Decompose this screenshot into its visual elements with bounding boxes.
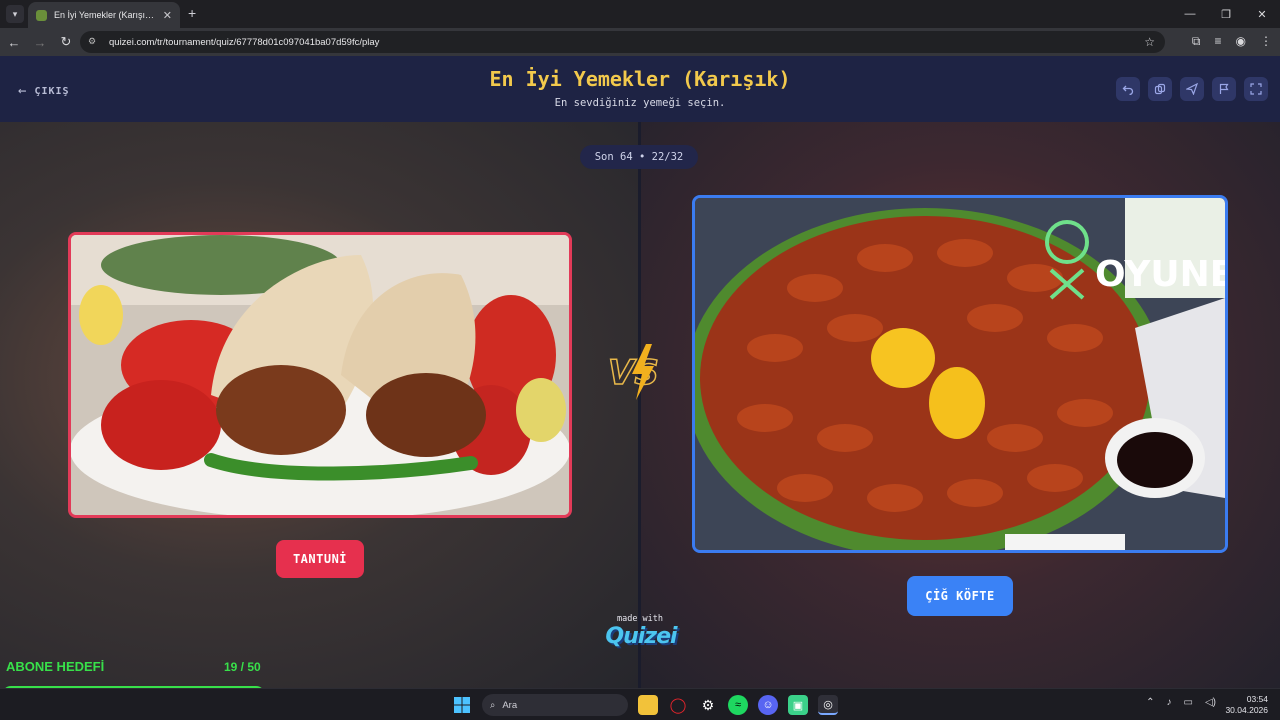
forward-button[interactable]: → bbox=[28, 35, 52, 50]
reload-button[interactable]: ↻ bbox=[54, 34, 78, 50]
undo-button[interactable] bbox=[1116, 77, 1140, 101]
flag-icon bbox=[1219, 83, 1229, 94]
subscriber-goal-count: 19 / 50 bbox=[224, 660, 261, 674]
browser-toolbar: ← → ↻ ⚙ quizei.com/tr/tournament/quiz/67… bbox=[0, 28, 1280, 56]
quiz-header: ← ÇIKIŞ En İyi Yemekler (Karışık) En sev… bbox=[0, 56, 1280, 122]
volume-icon[interactable]: ◁) bbox=[1205, 697, 1216, 708]
send-icon bbox=[1186, 83, 1198, 95]
right-option-card[interactable]: OYUNEKS bbox=[692, 195, 1228, 553]
quiz-title: En İyi Yemekler (Karışık) bbox=[489, 67, 791, 91]
clock-date: 30.04.2026 bbox=[1225, 705, 1268, 715]
close-window-button[interactable]: ✕ bbox=[1244, 0, 1280, 28]
quiz-subtitle: En sevdiğiniz yemeği seçin. bbox=[554, 97, 726, 109]
round-badge: Son 64 • 22/32 bbox=[580, 145, 698, 169]
match-arena: Son 64 • 22/32 TANTUNİ VS bbox=[0, 122, 1280, 688]
left-option-card[interactable] bbox=[68, 232, 572, 518]
window-controls: — ❐ ✕ bbox=[1172, 0, 1280, 28]
undo-icon bbox=[1122, 85, 1134, 95]
browser-tabbar: ▾ En İyi Yemekler (Karışık) - Tier L... … bbox=[0, 0, 1280, 28]
taskbar-search-label: Ara bbox=[502, 699, 518, 711]
tray-chevron-icon[interactable]: ⌃ bbox=[1146, 697, 1154, 708]
tab-title: En İyi Yemekler (Karışık) - Tier L... bbox=[54, 10, 157, 20]
taskbar-apps: ⌕ Ara ◯ ⚙ ≈ ☺ ▣ ◎ bbox=[452, 694, 838, 716]
display-icon[interactable]: ▭ bbox=[1184, 697, 1193, 708]
back-button[interactable]: ← bbox=[2, 35, 26, 50]
taskbar-search[interactable]: ⌕ Ara bbox=[482, 694, 628, 716]
subscriber-goal-label: ABONE HEDEFİ bbox=[6, 659, 105, 674]
site-info-icon[interactable]: ⚙ bbox=[88, 36, 100, 48]
header-actions bbox=[1116, 77, 1268, 101]
bookmark-star-icon[interactable]: ☆ bbox=[1144, 35, 1155, 49]
taskbar-clock[interactable]: 03:54 30.04.2026 bbox=[1225, 694, 1268, 716]
tab-close-icon[interactable]: ✕ bbox=[163, 9, 172, 22]
minimize-button[interactable]: — bbox=[1172, 0, 1208, 28]
new-tab-button[interactable]: + bbox=[188, 5, 196, 21]
address-bar[interactable]: ⚙ quizei.com/tr/tournament/quiz/67778d01… bbox=[80, 31, 1165, 53]
file-explorer-icon[interactable] bbox=[638, 695, 658, 715]
share-button[interactable] bbox=[1180, 77, 1204, 101]
browser-tools: ⧉ ≡ ◉ ⋮ bbox=[1192, 34, 1272, 49]
tantuni-image bbox=[71, 235, 569, 515]
browser-tab[interactable]: En İyi Yemekler (Karışık) - Tier L... ✕ bbox=[28, 2, 180, 28]
profile-icon[interactable]: ◉ bbox=[1236, 34, 1246, 49]
opera-icon[interactable]: ◯ bbox=[668, 695, 688, 715]
right-option-button[interactable]: ÇİĞ KÖFTE bbox=[907, 576, 1013, 616]
report-button[interactable] bbox=[1212, 77, 1236, 101]
quizei-logo[interactable]: Quizei bbox=[596, 624, 686, 649]
discord-icon[interactable]: ☺ bbox=[758, 695, 778, 715]
fullscreen-icon bbox=[1250, 83, 1262, 95]
clock-time: 03:54 bbox=[1246, 694, 1268, 704]
chrome-icon[interactable]: ◎ bbox=[818, 695, 838, 715]
tab-search-button[interactable]: ▾ bbox=[6, 5, 24, 23]
watermark-text: OYUNEKS bbox=[1095, 254, 1225, 295]
extensions-icon[interactable]: ⧉ bbox=[1192, 34, 1201, 49]
app-icon[interactable]: ▣ bbox=[788, 695, 808, 715]
copy-button[interactable] bbox=[1148, 77, 1172, 101]
fullscreen-button[interactable] bbox=[1244, 77, 1268, 101]
cig-kofte-image: OYUNEKS bbox=[695, 198, 1225, 550]
versus-icon: VS bbox=[607, 344, 660, 400]
system-tray: ⌃ ♪ ▭ ◁) bbox=[1146, 697, 1216, 708]
spotify-icon[interactable]: ≈ bbox=[728, 695, 748, 715]
windows-taskbar: ⌕ Ara ◯ ⚙ ≈ ☺ ▣ ◎ ⌃ ♪ ▭ ◁) 03:54 30.04.2… bbox=[0, 688, 1280, 720]
steam-icon[interactable]: ⚙ bbox=[698, 695, 718, 715]
media-icon[interactable]: ≡ bbox=[1215, 34, 1222, 49]
menu-icon[interactable]: ⋮ bbox=[1260, 34, 1272, 49]
url-text: quizei.com/tr/tournament/quiz/67778d01c0… bbox=[109, 36, 380, 48]
made-with-label: made with bbox=[616, 614, 664, 624]
search-icon: ⌕ bbox=[490, 699, 496, 711]
microphone-icon[interactable]: ♪ bbox=[1167, 697, 1172, 708]
left-option-button[interactable]: TANTUNİ bbox=[276, 540, 364, 578]
copy-icon bbox=[1154, 83, 1166, 95]
windows-start-icon[interactable] bbox=[452, 695, 472, 715]
tab-favicon-icon bbox=[36, 9, 47, 21]
center-divider bbox=[638, 122, 641, 688]
restore-button[interactable]: ❐ bbox=[1208, 0, 1244, 28]
